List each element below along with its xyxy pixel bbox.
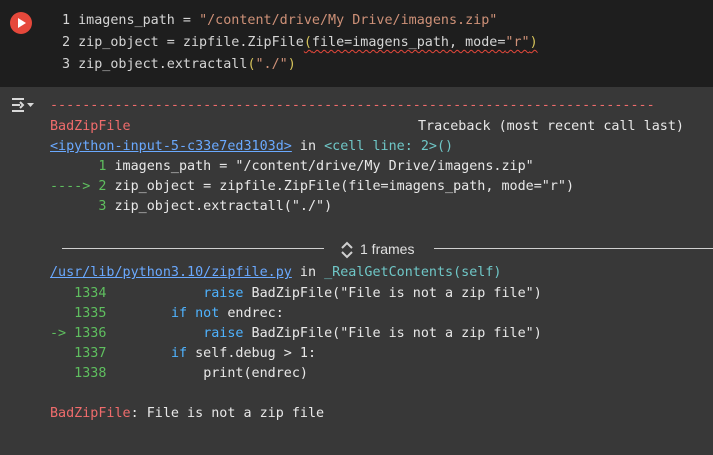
- keyword: if not: [170, 306, 220, 321]
- source-line-current: -> 1336 raise BadZipFile("File is not a …: [50, 324, 542, 344]
- traceback-separator: ----------------------------------------…: [50, 98, 655, 113]
- source-code: endrec:: [219, 306, 284, 321]
- keyword: raise: [203, 286, 244, 301]
- code-text: zip_object.extractall: [78, 57, 248, 72]
- traceback-line: 3 zip_object.extractall("./"): [50, 197, 332, 217]
- code-operator: =: [174, 13, 200, 28]
- keyword: raise: [203, 326, 244, 341]
- frames-divider-left: [62, 248, 324, 249]
- keyword: if: [170, 346, 188, 361]
- code-line-3[interactable]: 3 zip_object.extractall("./"): [62, 55, 296, 75]
- code-string: "/content/drive/My Drive/imagens.zip": [199, 13, 498, 28]
- traceback-line-prefix: ----> 2: [50, 179, 115, 194]
- traceback-line-prefix: 3: [50, 199, 115, 214]
- function-name: _RealGetContents(self): [324, 265, 502, 280]
- source-line: 1335 if not endrec:: [50, 304, 284, 324]
- frame-location: /usr/lib/python3.10/zipfile.py in _RealG…: [50, 263, 501, 283]
- error-header: BadZipFile Traceback (most recent call la…: [50, 117, 684, 137]
- frames-divider-right: [434, 248, 713, 249]
- final-error-text: : File is not a zip file: [130, 406, 325, 421]
- traceback-line-prefix: 1: [50, 159, 115, 174]
- line-number: 2: [62, 35, 71, 50]
- source-code: print(endrec): [203, 366, 308, 381]
- code-paren: (: [303, 35, 312, 50]
- source-line-prefix: 1334: [50, 286, 115, 301]
- in-text: in: [291, 265, 325, 280]
- cell-line-ref: <cell line: 2>(): [324, 139, 454, 154]
- traceback-line: 1 imagens_path = "/content/drive/My Driv…: [50, 157, 534, 177]
- source-code: self.debug > 1:: [187, 346, 317, 361]
- code-paren: ): [529, 35, 538, 50]
- code-string: "r": [505, 35, 530, 50]
- source-line: 1338 print(endrec): [50, 364, 308, 384]
- line-number: 1: [62, 13, 71, 28]
- ipython-input-link[interactable]: <ipython-input-5-c33e7ed3103d>: [50, 139, 292, 154]
- code-args: file=imagens_path, mode=: [311, 35, 506, 50]
- traceback-code: imagens_path = "/content/drive/My Drive/…: [114, 159, 534, 174]
- code-line-2[interactable]: 2 zip_object = zipfile.ZipFile(file=imag…: [62, 33, 538, 53]
- run-cell-button[interactable]: [10, 12, 32, 34]
- source-line-prefix: 1337: [50, 346, 115, 361]
- source-code: BadZipFile("File is not a zip file"): [243, 286, 542, 301]
- output-toggle-icon[interactable]: [10, 96, 34, 114]
- expand-chevron-icon: [340, 241, 354, 259]
- source-line: 1337 if self.debug > 1:: [50, 344, 316, 364]
- traceback-code: zip_object.extractall("./"): [114, 199, 333, 214]
- frames-expander[interactable]: 1 frames: [340, 239, 414, 259]
- code-text: zip_object = zipfile.ZipFile: [78, 35, 304, 50]
- frames-label: 1 frames: [360, 241, 415, 257]
- source-line: 1334 raise BadZipFile("File is not a zip…: [50, 284, 542, 304]
- traceback-code: zip_object = zipfile.ZipFile(file=imagen…: [114, 179, 575, 194]
- code-line-1[interactable]: 1 imagens_path = "/content/drive/My Driv…: [62, 11, 497, 31]
- source-line-prefix: 1338: [50, 366, 115, 381]
- final-error-name: BadZipFile: [50, 406, 131, 421]
- source-line-prefix: 1335: [50, 306, 115, 321]
- code-string: "./": [255, 57, 288, 72]
- code-paren: ): [287, 57, 296, 72]
- source-code: BadZipFile("File is not a zip file"): [243, 326, 542, 341]
- code-text: imagens_path: [78, 13, 175, 28]
- zipfile-source-link[interactable]: /usr/lib/python3.10/zipfile.py: [50, 265, 292, 280]
- code-paren: (: [247, 57, 256, 72]
- traceback-location: <ipython-input-5-c33e7ed3103d> in <cell …: [50, 137, 453, 157]
- source-line-prefix: -> 1336: [50, 326, 115, 341]
- final-error-message: BadZipFile: File is not a zip file: [50, 404, 324, 424]
- traceback-line-current: ----> 2 zip_object = zipfile.ZipFile(fil…: [50, 177, 574, 197]
- code-cell[interactable]: 1 imagens_path = "/content/drive/My Driv…: [0, 0, 713, 87]
- traceback-label: Traceback (most recent call last): [417, 119, 684, 134]
- in-text: in: [291, 139, 325, 154]
- line-number: 3: [62, 57, 71, 72]
- error-name: BadZipFile: [50, 119, 131, 134]
